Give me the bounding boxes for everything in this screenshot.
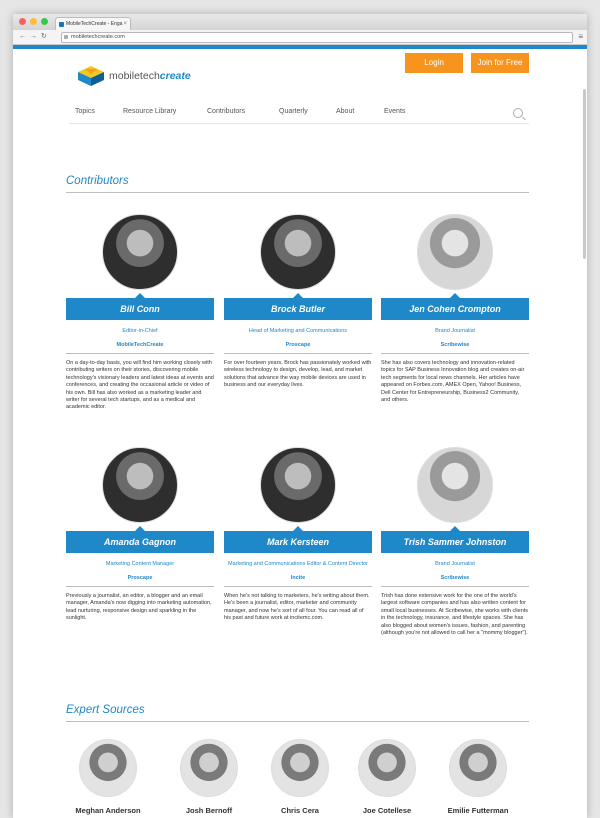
- page-content: mobiletechcreate Login Join for Free Top…: [13, 49, 587, 818]
- contributor-name[interactable]: Jen Cohen Crompton: [381, 293, 529, 320]
- contributor-role: Editor-in-Chief: [122, 328, 158, 334]
- contributor-name[interactable]: Brock Butler: [224, 293, 372, 320]
- nav-item-about[interactable]: About: [336, 108, 354, 115]
- contributor-company[interactable]: Scribewise: [381, 342, 529, 349]
- expert-name: Joe Cotellese: [362, 806, 412, 815]
- expert-name: Josh Bernoff: [185, 806, 233, 815]
- expert-photo: [271, 739, 329, 797]
- minimize-window-icon[interactable]: [30, 18, 37, 25]
- logo-text: mobiletechcreate: [109, 70, 191, 82]
- expert-photo: [180, 739, 238, 797]
- logo-cube-icon: [77, 65, 105, 87]
- card-divider: [381, 586, 529, 587]
- expert-card[interactable]: Josh Bernoff: [174, 739, 244, 815]
- contributor-card: Bill Conn Editor-in-Chief MobileTechCrea…: [66, 214, 214, 412]
- page-icon: [64, 35, 68, 39]
- contributor-photo: [102, 447, 178, 523]
- nav-item-events[interactable]: Events: [384, 108, 405, 115]
- contributor-name[interactable]: Mark Kersteen: [224, 526, 372, 553]
- scrollbar[interactable]: [583, 89, 586, 259]
- experts-divider: [66, 721, 529, 722]
- back-arrow-icon[interactable]: ←: [19, 31, 26, 43]
- expert-name: Chris Cera: [281, 806, 319, 815]
- contributor-name[interactable]: Trish Sammer Johnston: [381, 526, 529, 553]
- contributor-photo: [260, 214, 336, 290]
- contributor-company[interactable]: Incite: [224, 575, 372, 582]
- main-nav: Topics Resource Library Contributors Qua…: [69, 105, 529, 124]
- contributor-role: Brand Journalist: [435, 328, 475, 334]
- contributor-photo: [102, 214, 178, 290]
- menu-icon[interactable]: ≡: [578, 31, 583, 43]
- expert-card[interactable]: Joe Cotellese: [352, 739, 422, 815]
- browser-titlebar: MobileTechCreate - Enga ×: [13, 14, 587, 30]
- contributor-bio: She has also covers technology and innov…: [381, 360, 525, 404]
- contributor-card: Amanda Gagnon Marketing Content Manager …: [66, 447, 214, 623]
- card-divider: [66, 586, 214, 587]
- contributor-card: Mark Kersteen Marketing and Communicatio…: [224, 447, 372, 623]
- card-divider: [224, 586, 372, 587]
- contributor-company[interactable]: Scribewise: [381, 575, 529, 582]
- contributor-role: Brand Journalist: [435, 561, 475, 567]
- contributor-bio: For over fourteen years, Brock has passi…: [224, 360, 372, 389]
- join-button[interactable]: Join for Free: [471, 53, 529, 73]
- contributor-company[interactable]: Proscape: [66, 575, 214, 582]
- url-text: mobiletechcreate.com: [71, 34, 125, 40]
- favicon-icon: [59, 22, 64, 27]
- nav-item-resource-library[interactable]: Resource Library: [123, 108, 176, 115]
- contributor-role: Head of Marketing and Communications: [248, 328, 348, 334]
- expert-photo: [449, 739, 507, 797]
- expert-name: Meghan Anderson: [75, 806, 141, 815]
- contributor-company[interactable]: MobileTechCreate: [66, 342, 214, 349]
- expert-name: Emilie Futterman: [447, 806, 509, 815]
- nav-item-quarterly[interactable]: Quarterly: [279, 108, 308, 115]
- contributor-card: Jen Cohen Crompton Brand Journalist Scri…: [381, 214, 529, 404]
- expert-photo: [79, 739, 137, 797]
- forward-arrow-icon[interactable]: →: [30, 31, 37, 43]
- browser-window: MobileTechCreate - Enga × ← → ↻ mobilete…: [13, 14, 587, 818]
- contributor-bio: Trish has done extensive work for the on…: [381, 593, 529, 637]
- window-controls: [19, 18, 48, 25]
- contributors-heading: Contributors: [66, 175, 129, 187]
- reload-icon[interactable]: ↻: [41, 31, 47, 43]
- expert-card[interactable]: Chris Cera: [265, 739, 335, 815]
- card-divider: [381, 353, 529, 354]
- contributor-name[interactable]: Bill Conn: [66, 293, 214, 320]
- contributor-company[interactable]: Proscape: [224, 342, 372, 349]
- nav-item-topics[interactable]: Topics: [75, 108, 95, 115]
- card-divider: [224, 353, 372, 354]
- contributor-role: Marketing Content Manager: [105, 561, 175, 567]
- card-divider: [66, 353, 214, 354]
- contributor-card: Trish Sammer Johnston Brand Journalist S…: [381, 447, 529, 637]
- contributor-photo: [417, 214, 493, 290]
- login-button[interactable]: Login: [405, 53, 463, 73]
- nav-item-contributors[interactable]: Contributors: [207, 108, 245, 115]
- expert-card[interactable]: Emilie Futterman: [443, 739, 513, 815]
- contributor-bio: When he's not talking to marketers, he's…: [224, 593, 370, 622]
- expert-photo: [358, 739, 416, 797]
- browser-toolbar: ← → ↻ mobiletechcreate.com ≡: [13, 30, 587, 45]
- experts-heading: Expert Sources: [66, 704, 145, 716]
- browser-tab[interactable]: MobileTechCreate - Enga ×: [55, 17, 131, 30]
- contributor-bio: On a day-to-day basis, you will find him…: [66, 360, 214, 411]
- address-bar[interactable]: mobiletechcreate.com: [61, 32, 573, 43]
- expert-card[interactable]: Meghan Anderson: [73, 739, 143, 815]
- contributor-card: Brock Butler Head of Marketing and Commu…: [224, 214, 372, 390]
- site-logo[interactable]: mobiletechcreate: [77, 65, 191, 87]
- contributor-name[interactable]: Amanda Gagnon: [66, 526, 214, 553]
- close-window-icon[interactable]: [19, 18, 26, 25]
- maximize-window-icon[interactable]: [41, 18, 48, 25]
- contributor-photo: [417, 447, 493, 523]
- contributor-role: Marketing and Communications Editor & Co…: [227, 561, 368, 567]
- search-icon[interactable]: [513, 108, 523, 118]
- close-tab-icon[interactable]: ×: [123, 18, 127, 30]
- contributor-bio: Previously a journalist, an editor, a bl…: [66, 593, 212, 622]
- contributor-photo: [260, 447, 336, 523]
- contributors-divider: [66, 192, 529, 193]
- tab-title: MobileTechCreate - Enga: [66, 21, 123, 27]
